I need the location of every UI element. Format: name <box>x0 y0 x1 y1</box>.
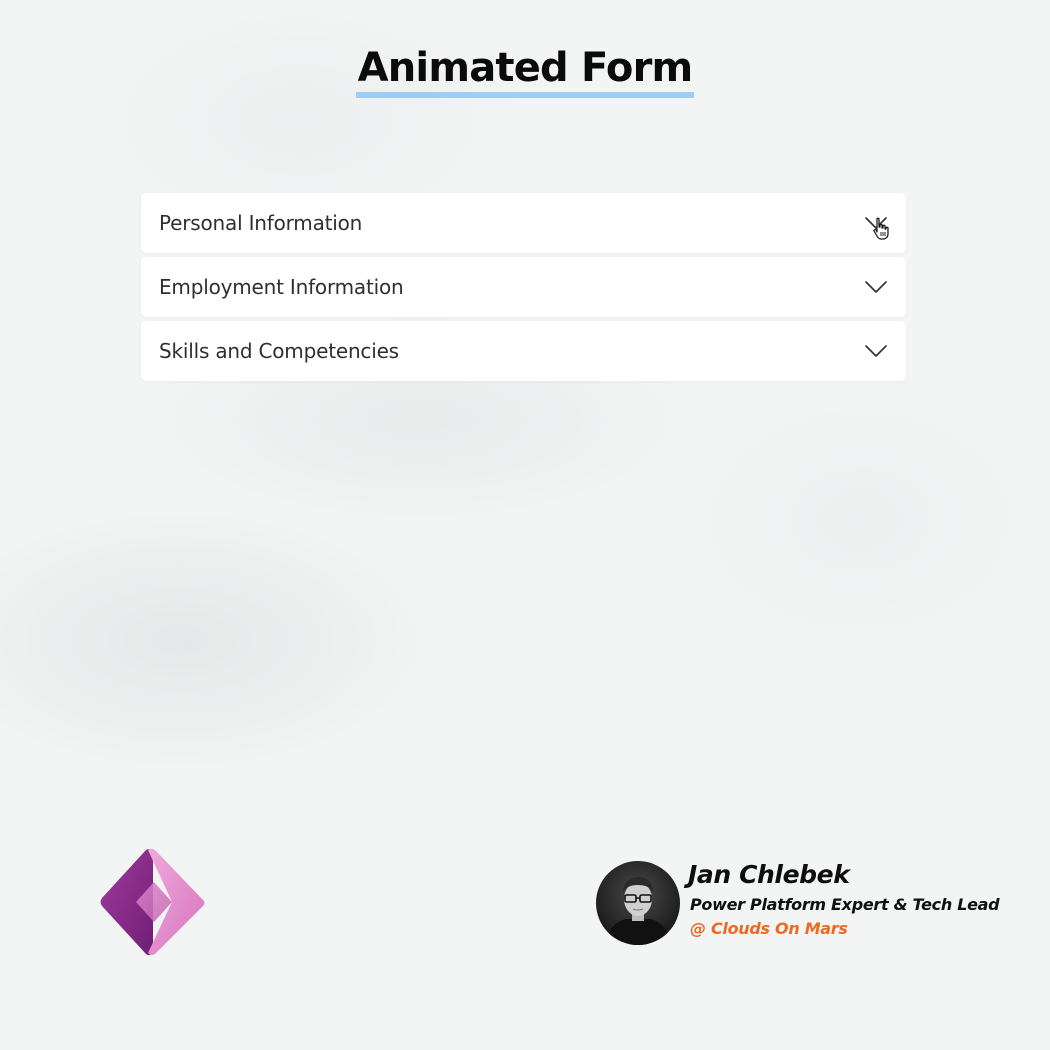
accordion-label: Employment Information <box>159 275 404 299</box>
accordion-header-employment-information[interactable]: Employment Information <box>141 257 906 317</box>
chevron-down-icon[interactable] <box>864 275 888 299</box>
author-company: @ Clouds On Mars <box>690 919 848 938</box>
hand-pointer-cursor-icon <box>873 217 889 240</box>
animated-form-accordion: Personal Information Employment Informat… <box>141 193 906 385</box>
accordion-header-skills-and-competencies[interactable]: Skills and Competencies <box>141 321 906 381</box>
power-apps-logo-icon <box>100 848 205 956</box>
page-title: Animated Form <box>355 40 695 98</box>
accordion-label: Skills and Competencies <box>159 339 399 363</box>
page-header: Animated Form <box>0 40 1050 98</box>
author-avatar <box>596 861 680 945</box>
chevron-down-icon[interactable] <box>864 339 888 363</box>
chevron-down-icon[interactable] <box>864 211 889 240</box>
page-title-text: Animated Form <box>357 45 694 91</box>
accordion-header-personal-information[interactable]: Personal Information <box>141 193 906 253</box>
author-name: Jan Chlebek <box>688 860 850 889</box>
author-role: Power Platform Expert & Tech Lead <box>690 895 1000 914</box>
author-card: Jan Chlebek Power Platform Expert & Tech… <box>596 860 1016 950</box>
accordion-label: Personal Information <box>159 211 363 235</box>
title-underline <box>355 92 695 98</box>
